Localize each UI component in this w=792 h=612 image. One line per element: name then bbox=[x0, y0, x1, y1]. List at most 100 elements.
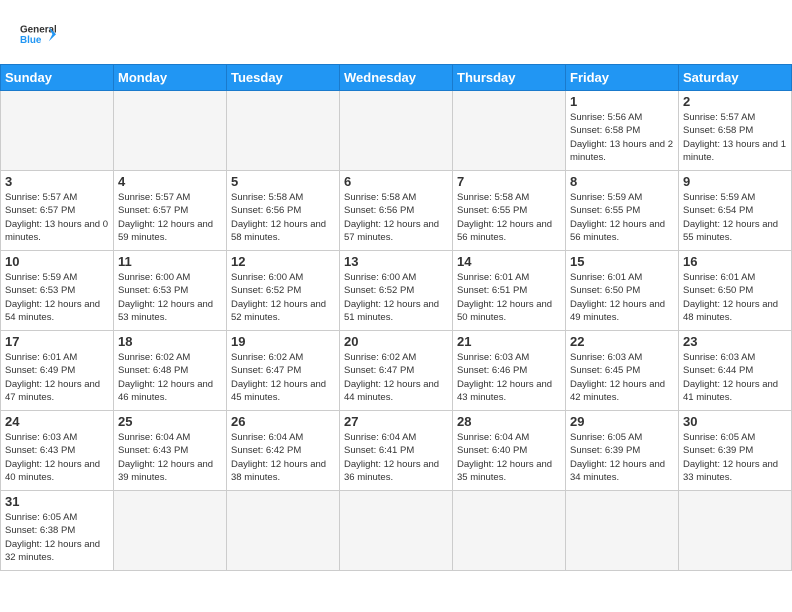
calendar-day-cell bbox=[340, 91, 453, 171]
day-number: 26 bbox=[231, 414, 335, 429]
day-info: Sunrise: 6:04 AMSunset: 6:42 PMDaylight:… bbox=[231, 431, 335, 484]
calendar-day-cell bbox=[1, 91, 114, 171]
day-info: Sunrise: 5:58 AMSunset: 6:56 PMDaylight:… bbox=[231, 191, 335, 244]
calendar-day-cell bbox=[114, 491, 227, 571]
calendar-day-cell: 22 Sunrise: 6:03 AMSunset: 6:45 PMDayligh… bbox=[566, 331, 679, 411]
day-of-week-header: Tuesday bbox=[227, 65, 340, 91]
day-number: 24 bbox=[5, 414, 109, 429]
day-number: 8 bbox=[570, 174, 674, 189]
day-number: 21 bbox=[457, 334, 561, 349]
day-number: 29 bbox=[570, 414, 674, 429]
day-info: Sunrise: 6:01 AMSunset: 6:51 PMDaylight:… bbox=[457, 271, 561, 324]
day-number: 22 bbox=[570, 334, 674, 349]
calendar-day-cell: 28 Sunrise: 6:04 AMSunset: 6:40 PMDayligh… bbox=[453, 411, 566, 491]
calendar-week-row: 10 Sunrise: 5:59 AMSunset: 6:53 PMDayligh… bbox=[1, 251, 792, 331]
day-of-week-header: Thursday bbox=[453, 65, 566, 91]
calendar-week-row: 31 Sunrise: 6:05 AMSunset: 6:38 PMDayligh… bbox=[1, 491, 792, 571]
calendar-day-cell bbox=[340, 491, 453, 571]
calendar-day-cell: 2 Sunrise: 5:57 AMSunset: 6:58 PMDaylight… bbox=[679, 91, 792, 171]
day-info: Sunrise: 6:04 AMSunset: 6:43 PMDaylight:… bbox=[118, 431, 222, 484]
logo: General Blue bbox=[20, 18, 56, 54]
day-info: Sunrise: 6:00 AMSunset: 6:53 PMDaylight:… bbox=[118, 271, 222, 324]
calendar-week-row: 1Sunrise: 5:56 AMSunset: 6:58 PMDaylight… bbox=[1, 91, 792, 171]
day-number: 12 bbox=[231, 254, 335, 269]
calendar-day-cell: 11 Sunrise: 6:00 AMSunset: 6:53 PMDayligh… bbox=[114, 251, 227, 331]
day-info: Sunrise: 6:02 AMSunset: 6:47 PMDaylight:… bbox=[231, 351, 335, 404]
calendar-day-cell: 25 Sunrise: 6:04 AMSunset: 6:43 PMDayligh… bbox=[114, 411, 227, 491]
calendar-day-cell: 7 Sunrise: 5:58 AMSunset: 6:55 PMDaylight… bbox=[453, 171, 566, 251]
day-info: Sunrise: 6:03 AMSunset: 6:43 PMDaylight:… bbox=[5, 431, 109, 484]
day-info: Sunrise: 6:03 AMSunset: 6:44 PMDaylight:… bbox=[683, 351, 787, 404]
calendar-day-cell: 20Sunrise: 6:02 AMSunset: 6:47 PMDayligh… bbox=[340, 331, 453, 411]
calendar-day-cell: 19 Sunrise: 6:02 AMSunset: 6:47 PMDayligh… bbox=[227, 331, 340, 411]
day-info: Sunrise: 5:57 AMSunset: 6:57 PMDaylight:… bbox=[5, 191, 109, 244]
calendar-day-cell: 30Sunrise: 6:05 AMSunset: 6:39 PMDayligh… bbox=[679, 411, 792, 491]
day-info: Sunrise: 5:57 AMSunset: 6:58 PMDaylight:… bbox=[683, 111, 787, 164]
calendar-day-cell: 4Sunrise: 5:57 AMSunset: 6:57 PMDaylight… bbox=[114, 171, 227, 251]
calendar-week-row: 24 Sunrise: 6:03 AMSunset: 6:43 PMDayligh… bbox=[1, 411, 792, 491]
day-number: 11 bbox=[118, 254, 222, 269]
calendar-day-cell bbox=[227, 91, 340, 171]
calendar-day-cell: 18 Sunrise: 6:02 AMSunset: 6:48 PMDayligh… bbox=[114, 331, 227, 411]
day-info: Sunrise: 6:05 AMSunset: 6:39 PMDaylight:… bbox=[570, 431, 674, 484]
day-number: 19 bbox=[231, 334, 335, 349]
day-number: 7 bbox=[457, 174, 561, 189]
calendar-day-cell: 17 Sunrise: 6:01 AMSunset: 6:49 PMDayligh… bbox=[1, 331, 114, 411]
calendar-day-cell: 6Sunrise: 5:58 AMSunset: 6:56 PMDaylight… bbox=[340, 171, 453, 251]
day-number: 25 bbox=[118, 414, 222, 429]
calendar-header-row: SundayMondayTuesdayWednesdayThursdayFrid… bbox=[1, 65, 792, 91]
calendar-day-cell: 5 Sunrise: 5:58 AMSunset: 6:56 PMDaylight… bbox=[227, 171, 340, 251]
day-number: 10 bbox=[5, 254, 109, 269]
day-of-week-header: Wednesday bbox=[340, 65, 453, 91]
calendar-week-row: 17 Sunrise: 6:01 AMSunset: 6:49 PMDayligh… bbox=[1, 331, 792, 411]
day-number: 27 bbox=[344, 414, 448, 429]
day-number: 13 bbox=[344, 254, 448, 269]
day-number: 3 bbox=[5, 174, 109, 189]
calendar-day-cell bbox=[453, 91, 566, 171]
day-info: Sunrise: 5:59 AMSunset: 6:53 PMDaylight:… bbox=[5, 271, 109, 324]
calendar-day-cell: 27Sunrise: 6:04 AMSunset: 6:41 PMDayligh… bbox=[340, 411, 453, 491]
day-info: Sunrise: 6:05 AMSunset: 6:38 PMDaylight:… bbox=[5, 511, 109, 564]
calendar-day-cell bbox=[114, 91, 227, 171]
calendar-day-cell bbox=[566, 491, 679, 571]
day-number: 5 bbox=[231, 174, 335, 189]
day-of-week-header: Sunday bbox=[1, 65, 114, 91]
calendar-day-cell bbox=[227, 491, 340, 571]
calendar-day-cell: 14 Sunrise: 6:01 AMSunset: 6:51 PMDayligh… bbox=[453, 251, 566, 331]
calendar-day-cell: 10 Sunrise: 5:59 AMSunset: 6:53 PMDayligh… bbox=[1, 251, 114, 331]
calendar-day-cell bbox=[453, 491, 566, 571]
day-of-week-header: Friday bbox=[566, 65, 679, 91]
day-info: Sunrise: 6:01 AMSunset: 6:50 PMDaylight:… bbox=[683, 271, 787, 324]
day-number: 18 bbox=[118, 334, 222, 349]
day-number: 20 bbox=[344, 334, 448, 349]
day-number: 17 bbox=[5, 334, 109, 349]
calendar-table: SundayMondayTuesdayWednesdayThursdayFrid… bbox=[0, 64, 792, 571]
day-number: 9 bbox=[683, 174, 787, 189]
calendar-day-cell: 23Sunrise: 6:03 AMSunset: 6:44 PMDayligh… bbox=[679, 331, 792, 411]
day-of-week-header: Monday bbox=[114, 65, 227, 91]
day-info: Sunrise: 5:59 AMSunset: 6:54 PMDaylight:… bbox=[683, 191, 787, 244]
calendar-day-cell: 29 Sunrise: 6:05 AMSunset: 6:39 PMDayligh… bbox=[566, 411, 679, 491]
calendar-day-cell: 9 Sunrise: 5:59 AMSunset: 6:54 PMDaylight… bbox=[679, 171, 792, 251]
day-info: Sunrise: 6:01 AMSunset: 6:49 PMDaylight:… bbox=[5, 351, 109, 404]
day-number: 4 bbox=[118, 174, 222, 189]
day-number: 31 bbox=[5, 494, 109, 509]
calendar-day-cell: 3 Sunrise: 5:57 AMSunset: 6:57 PMDaylight… bbox=[1, 171, 114, 251]
day-of-week-header: Saturday bbox=[679, 65, 792, 91]
day-info: Sunrise: 6:04 AMSunset: 6:40 PMDaylight:… bbox=[457, 431, 561, 484]
calendar-day-cell: 24 Sunrise: 6:03 AMSunset: 6:43 PMDayligh… bbox=[1, 411, 114, 491]
calendar-day-cell: 12Sunrise: 6:00 AMSunset: 6:52 PMDayligh… bbox=[227, 251, 340, 331]
svg-text:Blue: Blue bbox=[20, 35, 42, 46]
day-number: 28 bbox=[457, 414, 561, 429]
day-info: Sunrise: 6:03 AMSunset: 6:45 PMDaylight:… bbox=[570, 351, 674, 404]
day-info: Sunrise: 5:58 AMSunset: 6:55 PMDaylight:… bbox=[457, 191, 561, 244]
calendar-day-cell: 1Sunrise: 5:56 AMSunset: 6:58 PMDaylight… bbox=[566, 91, 679, 171]
day-number: 16 bbox=[683, 254, 787, 269]
calendar-day-cell: 8Sunrise: 5:59 AMSunset: 6:55 PMDaylight… bbox=[566, 171, 679, 251]
day-number: 1 bbox=[570, 94, 674, 109]
day-number: 14 bbox=[457, 254, 561, 269]
day-number: 2 bbox=[683, 94, 787, 109]
day-info: Sunrise: 6:00 AMSunset: 6:52 PMDaylight:… bbox=[344, 271, 448, 324]
day-info: Sunrise: 6:02 AMSunset: 6:48 PMDaylight:… bbox=[118, 351, 222, 404]
calendar-day-cell: 15Sunrise: 6:01 AMSunset: 6:50 PMDayligh… bbox=[566, 251, 679, 331]
